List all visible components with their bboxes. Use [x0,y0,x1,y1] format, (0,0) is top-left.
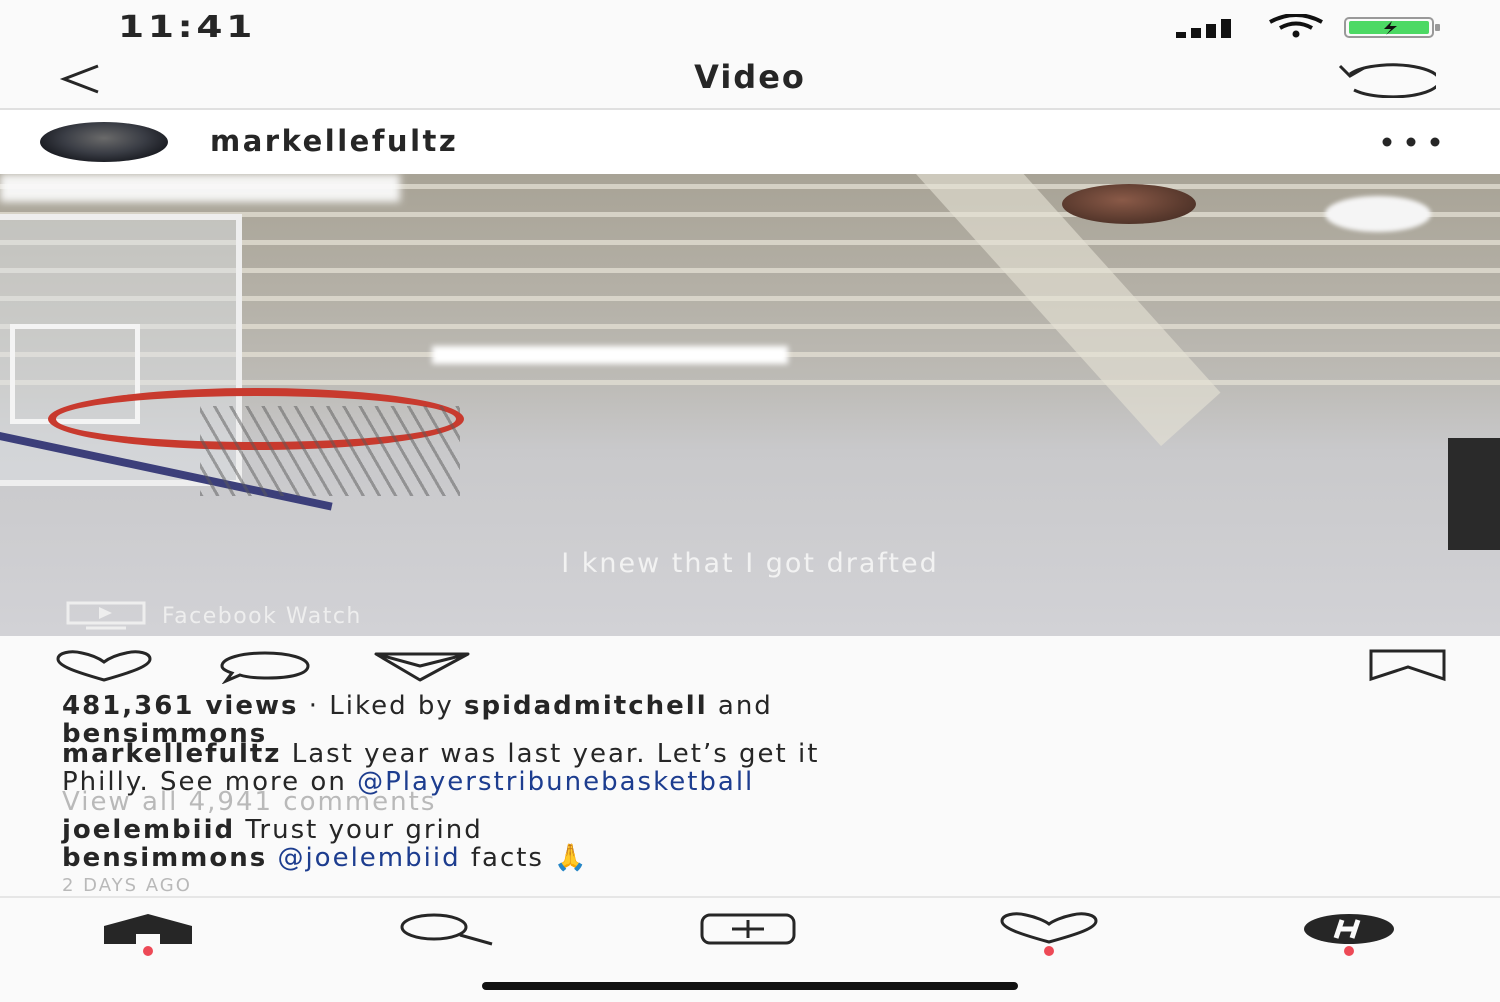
ceiling-light [0,174,400,202]
comment-item: joelembiid Trust your grind [62,816,483,844]
more-options-button[interactable] [1380,134,1444,153]
comment-item: bensimmons @joelembiid facts 🙏 [62,844,589,872]
search-icon [400,913,493,946]
refresh-icon [1338,63,1441,99]
avatar[interactable] [40,122,168,162]
send-icon [374,652,470,682]
view-all-comments-link[interactable]: View all 4,941 comments [62,788,436,816]
battery-icon [1344,16,1444,44]
comment-text: facts [460,843,555,873]
like-button[interactable] [56,650,152,686]
tab-home[interactable] [100,912,196,956]
pray-emoji: 🙏 [554,843,589,873]
profile-icon [1304,914,1394,944]
liked-by-prefix: · Liked by [298,691,465,721]
tab-activity[interactable] [1000,912,1098,956]
comment-username[interactable]: bensimmons [62,843,267,873]
tab-profile[interactable] [1302,912,1396,956]
ceiling-light [1325,196,1431,232]
notification-dot [143,946,153,956]
save-button[interactable] [1368,648,1448,686]
notification-dot [1044,946,1054,956]
wall-panel [1448,438,1500,550]
video-subtitle: I knew that I got drafted [561,548,939,579]
hoop-net [200,406,460,496]
caption-username[interactable]: markellefultz [62,739,281,769]
post-username[interactable]: markellefultz [210,124,458,158]
facebook-watch-icon [66,601,146,630]
comment-icon [220,651,310,685]
refresh-button[interactable] [1336,62,1441,102]
comment-text: Trust your grind [235,815,483,845]
basketball [1062,184,1196,224]
comment-username[interactable]: joelembiid [62,815,235,845]
post-timestamp: 2 DAYS AGO [62,875,192,896]
video-source-label: Facebook Watch [66,601,362,631]
bookmark-icon [1369,649,1446,682]
cellular-signal-icon [1176,18,1246,42]
heart-icon [56,650,152,682]
view-count: 481,361 views [62,691,299,721]
comment-button[interactable] [218,650,312,688]
page-title: Video [694,58,806,96]
add-post-icon [700,913,796,945]
liked-by-and: and [707,691,773,721]
home-indicator [482,982,1018,990]
comment-mention[interactable]: @joelembiid [277,843,460,873]
more-icon [1382,137,1440,147]
notification-dot [1344,946,1354,956]
home-icon [104,914,192,944]
tab-create[interactable] [700,912,798,950]
heart-icon [1000,912,1098,944]
caption-text: Last year was last year. Let’s get it [281,739,820,769]
wifi-icon [1268,13,1324,42]
share-button[interactable] [374,650,472,686]
ceiling-light [432,346,788,364]
liked-by-user[interactable]: spidadmitchell [464,691,708,721]
status-time: 11:41 [118,10,257,45]
tab-search[interactable] [398,912,498,950]
video-source-text: Facebook Watch [162,603,362,629]
